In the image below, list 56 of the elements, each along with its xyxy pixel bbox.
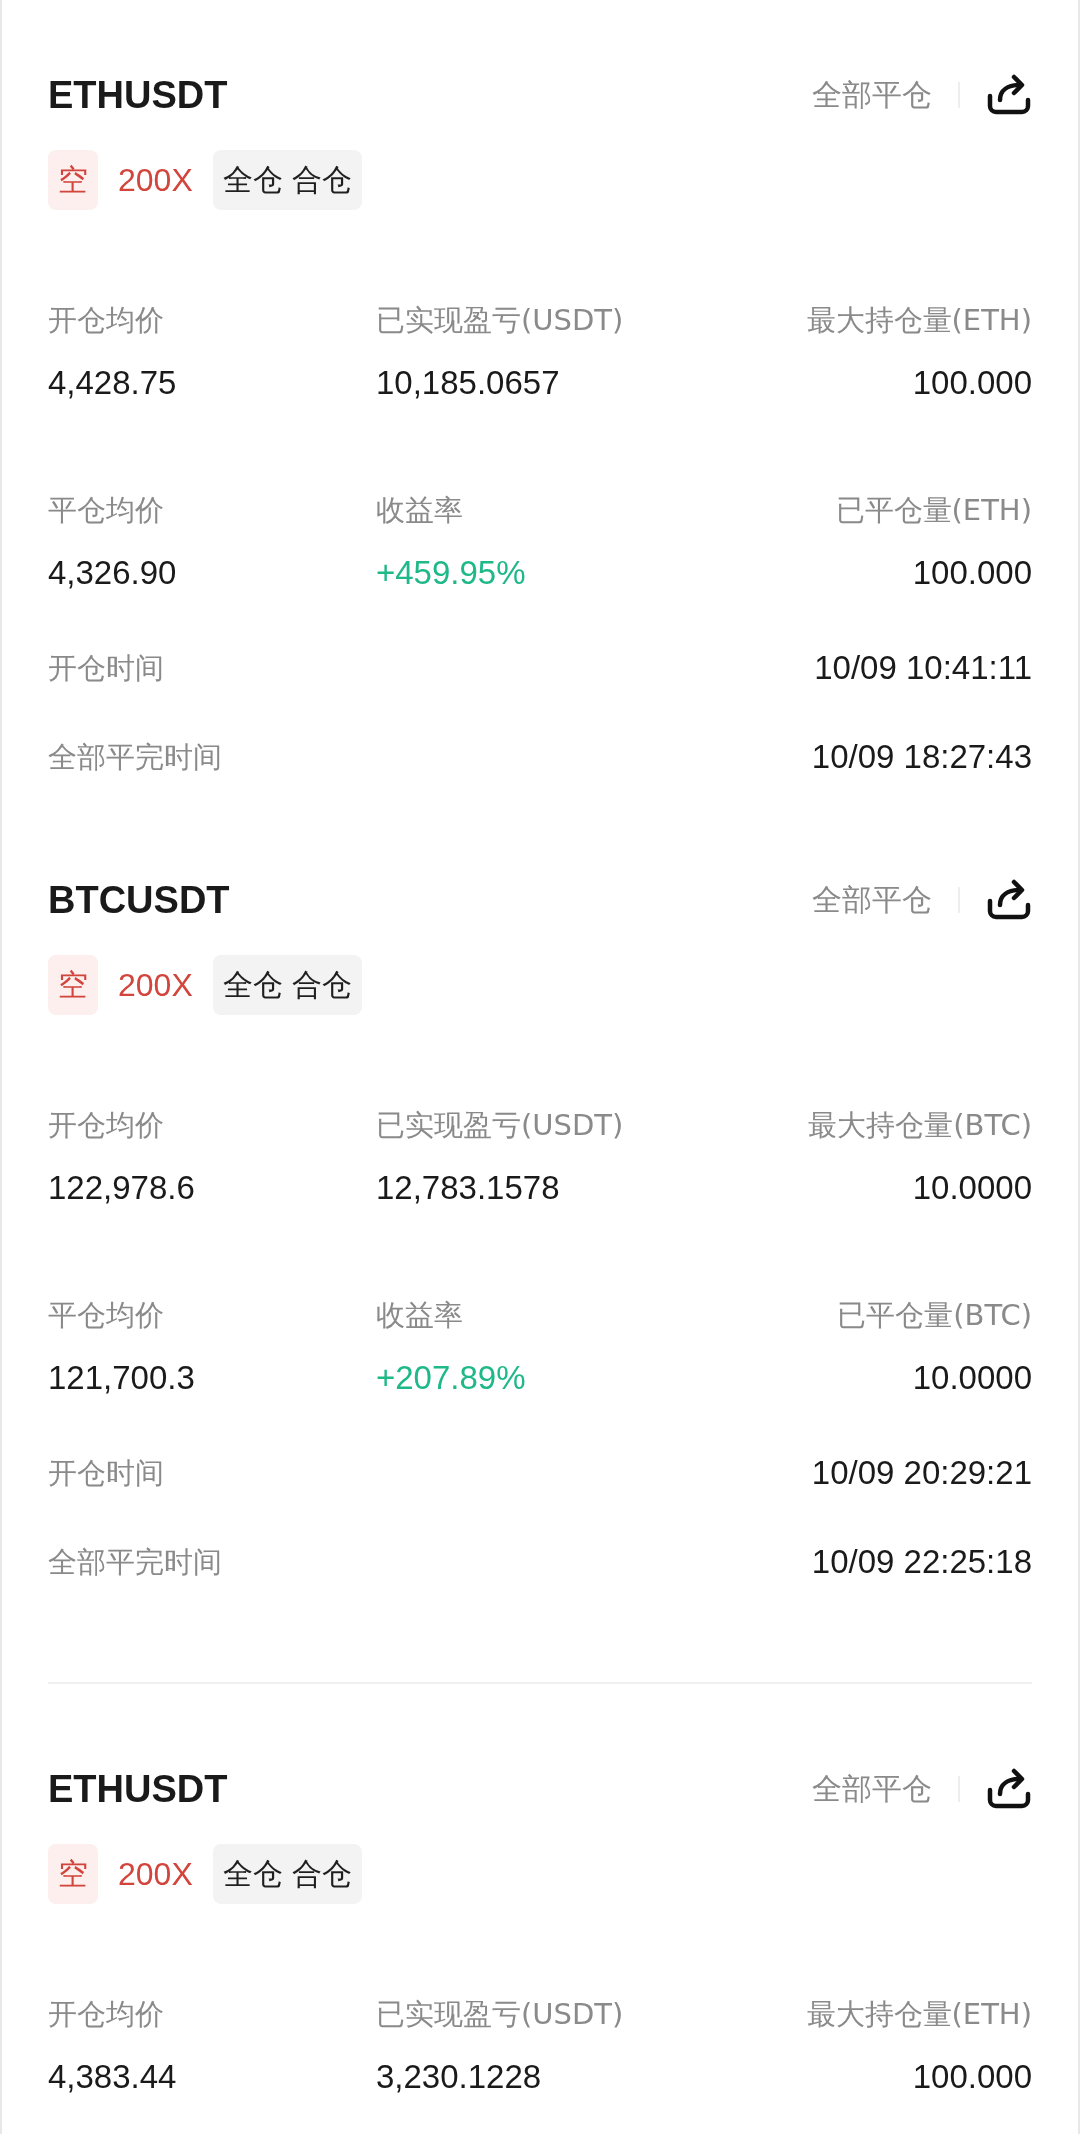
stat-label: 最大持仓量(ETH)	[806, 302, 1032, 339]
stat-label: 最大持仓量(ETH)	[806, 1996, 1032, 2033]
stat-label: 收益率	[376, 1297, 464, 1334]
stat-label: 已实现盈亏(USDT)	[376, 1996, 625, 2033]
share-icon[interactable]	[986, 74, 1032, 116]
margin-mode-tag: 全仓 合仓	[212, 150, 363, 210]
symbol-title: BTCUSDT	[48, 878, 230, 922]
time-value: 10/09 18:27:43	[811, 737, 1032, 777]
stat-label: 开仓均价	[48, 1996, 165, 2033]
stat-label: 已实现盈亏(USDT)	[376, 302, 625, 339]
symbol-title: ETHUSDT	[48, 73, 228, 117]
stat-label: 平仓均价	[48, 492, 165, 529]
stat-value: 4,383.44	[48, 2057, 178, 2097]
stat-label: 收益率	[376, 492, 464, 529]
stat-value: 4,326.90	[48, 553, 178, 593]
side-tag: 空	[48, 150, 98, 210]
time-label: 开仓时间	[48, 1455, 164, 1492]
stat-value: +207.89%	[376, 1358, 527, 1398]
stat-value: +459.95%	[376, 553, 527, 593]
stat-label: 已平仓量(ETH)	[835, 492, 1032, 529]
time-value: 10/09 20:29:21	[811, 1453, 1032, 1493]
time-value: 10/09 10:41:11	[814, 648, 1032, 688]
share-icon[interactable]	[986, 879, 1032, 921]
stat-label: 平仓均价	[48, 1297, 165, 1334]
stat-value: 100.000	[912, 553, 1032, 593]
time-label: 开仓时间	[48, 650, 164, 687]
margin-mode-tag: 全仓 合仓	[212, 955, 363, 1015]
side-tag: 空	[48, 1844, 98, 1904]
stat-label: 最大持仓量(BTC)	[808, 1107, 1032, 1144]
stat-value: 100.000	[912, 2057, 1032, 2097]
stat-value: 10,185.0657	[376, 363, 561, 403]
stat-value: 10.0000	[912, 1358, 1032, 1398]
close-all-button[interactable]: 全部平仓	[812, 74, 932, 116]
stat-value: 100.000	[912, 363, 1032, 403]
time-label: 全部平完时间	[48, 1544, 222, 1581]
close-all-button[interactable]: 全部平仓	[812, 1768, 932, 1810]
stat-label: 已平仓量(BTC)	[837, 1297, 1032, 1334]
stat-label: 开仓均价	[48, 1107, 165, 1144]
leverage-label: 200X	[118, 161, 193, 199]
stat-value: 10.0000	[912, 1168, 1032, 1208]
margin-mode-tag: 全仓 合仓	[212, 1844, 363, 1904]
share-icon[interactable]	[986, 1768, 1032, 1810]
stat-value: 121,700.3	[48, 1358, 196, 1398]
time-label: 全部平完时间	[48, 739, 222, 776]
stat-value: 3,230.1228	[376, 2057, 543, 2097]
stat-value: 4,428.75	[48, 363, 178, 403]
leverage-label: 200X	[118, 1855, 193, 1893]
symbol-title: ETHUSDT	[48, 1767, 228, 1811]
stat-label: 已实现盈亏(USDT)	[376, 1107, 625, 1144]
side-tag: 空	[48, 955, 98, 1015]
leverage-label: 200X	[118, 966, 193, 1004]
stat-value: 12,783.1578	[376, 1168, 561, 1208]
close-all-button[interactable]: 全部平仓	[812, 879, 932, 921]
stat-label: 开仓均价	[48, 302, 165, 339]
stat-value: 122,978.6	[48, 1168, 196, 1208]
time-value: 10/09 22:25:18	[811, 1542, 1032, 1582]
